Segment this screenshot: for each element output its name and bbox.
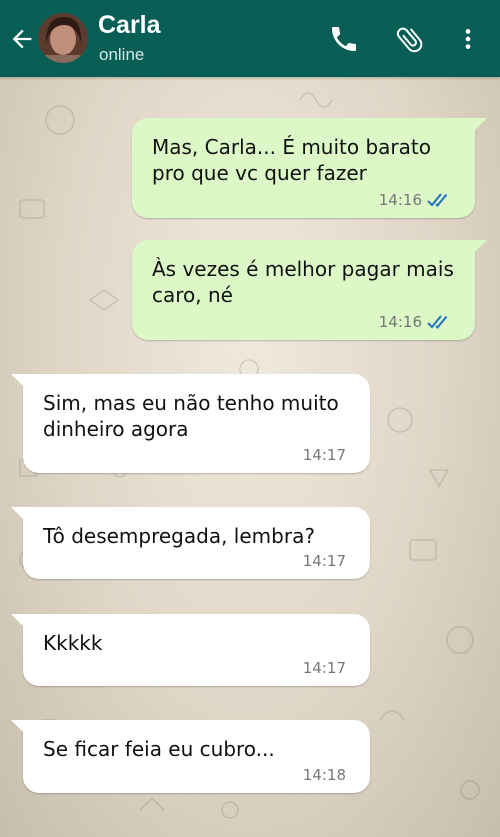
bubble-tail — [11, 507, 25, 521]
contact-name[interactable]: Carla — [98, 9, 161, 41]
message-text: Mas, Carla... É muito barato pro que vc … — [152, 135, 431, 185]
message-meta: 14:18 — [303, 765, 346, 785]
message-time: 14:16 — [378, 191, 422, 209]
avatar-photo — [38, 13, 88, 63]
message-text: Às vezes é melhor pagar mais caro, né — [152, 257, 454, 307]
message-bubble-incoming[interactable]: Tô desempregada, lembra? 14:17 — [11, 507, 370, 579]
bubble-tail — [473, 240, 487, 254]
message-time: 14:16 — [378, 313, 422, 331]
contact-avatar[interactable] — [38, 13, 88, 63]
bubble-tail — [11, 614, 25, 628]
more-vertical-icon[interactable] — [455, 22, 481, 56]
contact-status: online — [99, 45, 145, 64]
double-check-icon — [427, 193, 448, 207]
phone-icon[interactable] — [328, 22, 360, 56]
message-meta: 14:17 — [303, 445, 346, 465]
message-bubble-outgoing[interactable]: Mas, Carla... É muito barato pro que vc … — [132, 118, 487, 218]
message-meta: 14:16 — [379, 190, 453, 210]
message-bubble-outgoing[interactable]: Às vezes é melhor pagar mais caro, né 14… — [132, 240, 487, 340]
message-time: 14:17 — [302, 446, 346, 464]
double-check-icon — [427, 315, 448, 329]
message-text: Sim, mas eu não tenho muito dinheiro ago… — [43, 391, 339, 441]
message-time: 14:18 — [302, 766, 346, 784]
paperclip-icon[interactable] — [394, 22, 426, 56]
message-text: Kkkkk — [43, 631, 103, 655]
message-text: Se ficar feia eu cubro... — [43, 737, 275, 761]
message-bubble-incoming[interactable]: Sim, mas eu não tenho muito dinheiro ago… — [11, 374, 370, 473]
message-bubble-incoming[interactable]: Se ficar feia eu cubro... 14:18 — [11, 720, 370, 793]
message-text: Tô desempregada, lembra? — [43, 524, 315, 548]
message-meta: 14:17 — [303, 658, 346, 678]
bubble-tail — [11, 720, 25, 734]
arrow-left-icon[interactable] — [8, 25, 36, 53]
chat-header: Carla online — [0, 0, 500, 77]
message-meta: 14:17 — [303, 551, 346, 571]
bubble-tail — [11, 374, 25, 388]
message-time: 14:17 — [302, 659, 346, 677]
message-bubble-incoming[interactable]: Kkkkk 14:17 — [11, 614, 370, 686]
bubble-tail — [473, 118, 487, 132]
message-time: 14:17 — [302, 552, 346, 570]
message-meta: 14:16 — [379, 312, 453, 332]
